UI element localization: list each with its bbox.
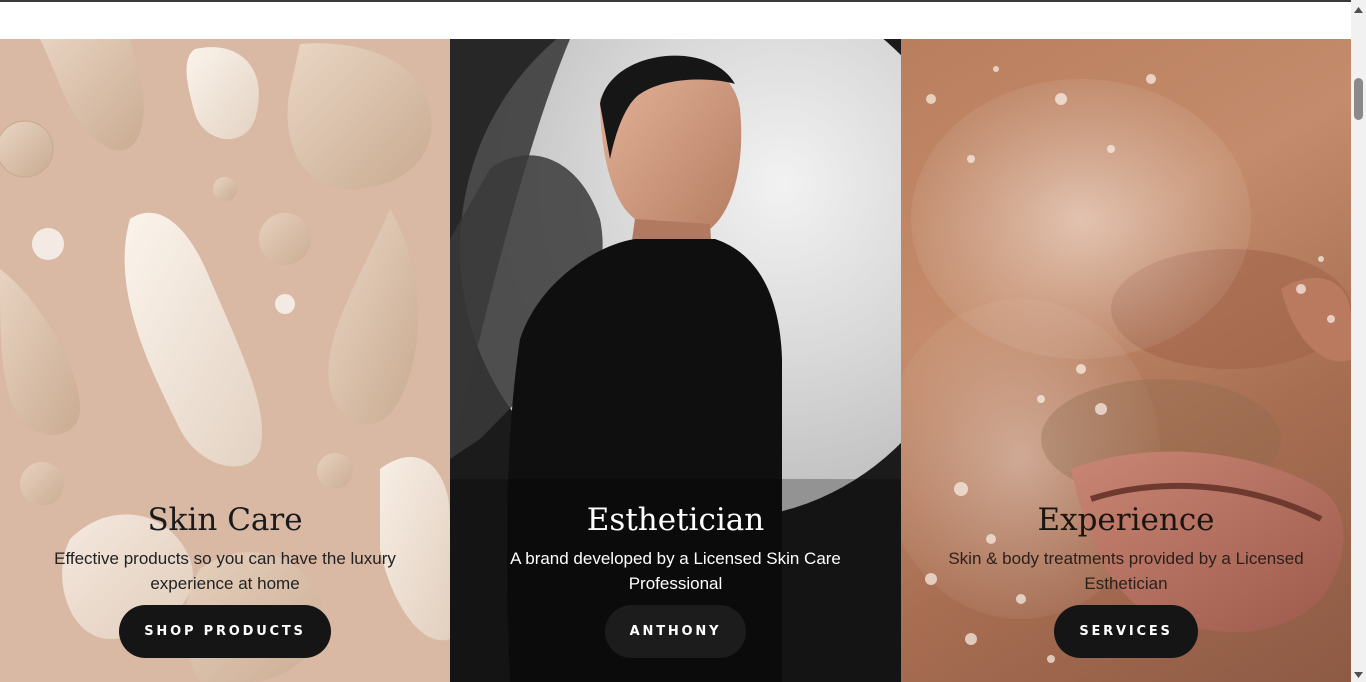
feature-panels: Skin Care Effective products so you can … [0,39,1351,682]
panel-content: Skin Care Effective products so you can … [0,501,450,658]
shop-products-button[interactable]: SHOP PRODUCTS [119,605,331,658]
panel-description: Effective products so you can have the l… [54,549,396,593]
panel-skin-care: Skin Care Effective products so you can … [0,39,450,682]
scrollbar-thumb[interactable] [1354,78,1363,120]
panel-content: Esthetician A brand developed by a Licen… [450,501,901,658]
scroll-down-arrow-icon[interactable] [1351,667,1366,682]
panel-experience: Experience Skin & body treatments provid… [901,39,1351,682]
panel-esthetician: Esthetician A brand developed by a Licen… [450,39,901,682]
panel-title: Skin Care [147,502,303,538]
header-area [0,2,1351,39]
anthony-button[interactable]: ANTHONY [604,605,747,658]
panel-description: Skin & body treatments provided by a Lic… [948,549,1304,593]
panel-content: Experience Skin & body treatments provid… [901,501,1351,658]
panel-title: Experience [1037,502,1215,538]
scroll-up-arrow-icon[interactable] [1351,2,1366,17]
panel-title: Esthetician [586,502,765,538]
panel-description: A brand developed by a Licensed Skin Car… [510,549,841,593]
vertical-scrollbar[interactable] [1351,0,1366,682]
services-button[interactable]: SERVICES [1054,605,1198,658]
